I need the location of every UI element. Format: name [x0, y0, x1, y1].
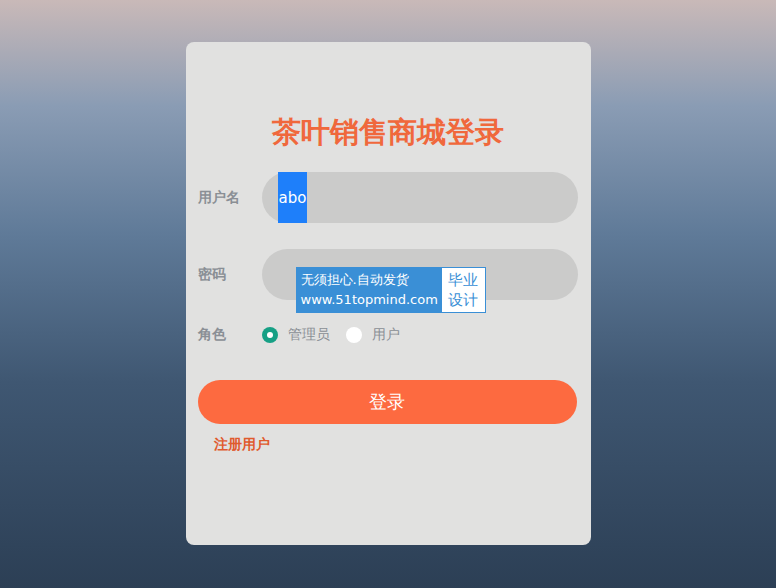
- role-label: 角色: [198, 326, 262, 344]
- field-wrap: 无须担心.自动发货www.51topmind.com毕业设计: [262, 249, 578, 300]
- field-label: 用户名: [198, 189, 262, 207]
- login-title: 茶叶销售商城登录: [198, 114, 578, 150]
- field-wrap: abo: [262, 172, 578, 223]
- role-option-label: 管理员: [288, 326, 330, 344]
- radio[interactable]: [262, 327, 278, 343]
- role-option-label: 用户: [372, 326, 400, 344]
- watermark: 无须担心.自动发货www.51topmind.com毕业设计: [296, 267, 487, 313]
- login-button[interactable]: 登录: [198, 380, 577, 424]
- radio[interactable]: [346, 327, 362, 343]
- form-row: 用户名 abo: [198, 172, 578, 223]
- text-field[interactable]: abo: [262, 172, 578, 223]
- role-option[interactable]: 用户: [346, 326, 400, 344]
- watermark-main: 无须担心.自动发货www.51topmind.com: [297, 268, 442, 312]
- field-label: 密码: [198, 266, 262, 284]
- login-page: 茶叶销售商城登录用户名abo密码无须担心.自动发货www.51topmind.c…: [0, 0, 776, 588]
- register-link[interactable]: 注册用户: [214, 436, 270, 454]
- watermark-badge: 毕业设计: [442, 268, 486, 312]
- field-value: abo: [278, 172, 308, 223]
- watermark-url: www.51topmind.com: [301, 290, 438, 310]
- login-card: 茶叶销售商城登录用户名abo密码无须担心.自动发货www.51topmind.c…: [186, 42, 591, 545]
- form-row: 密码无须担心.自动发货www.51topmind.com毕业设计: [198, 249, 578, 300]
- role-options: 管理员 用户: [262, 326, 400, 344]
- role-row: 角色 管理员 用户: [198, 326, 578, 344]
- watermark-line: 无须担心.自动发货: [301, 270, 438, 290]
- role-option[interactable]: 管理员: [262, 326, 330, 344]
